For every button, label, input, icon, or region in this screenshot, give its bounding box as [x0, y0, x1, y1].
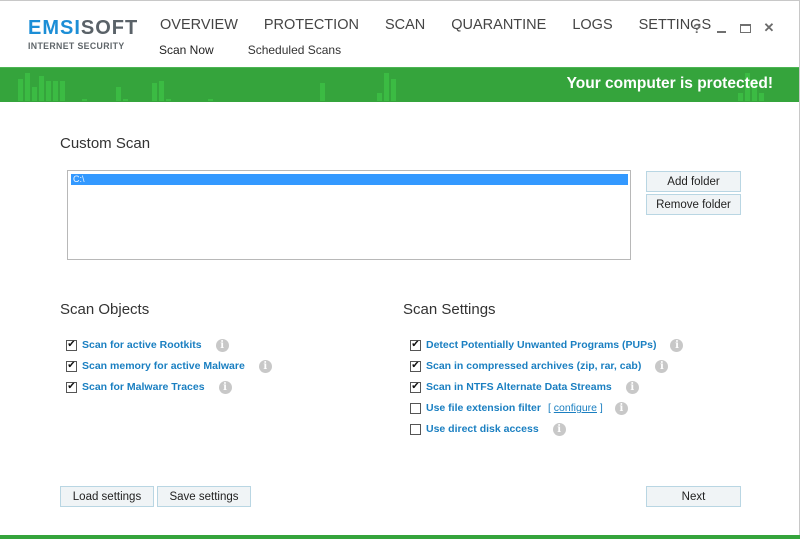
banner-activity-bar [123, 99, 128, 101]
label-scan-rootkits[interactable]: Scan for active Rootkits [82, 339, 202, 351]
banner-activity-bar [32, 87, 37, 101]
nav-overview[interactable]: OVERVIEW [160, 17, 238, 33]
label-detect-pups[interactable]: Detect Potentially Unwanted Programs (PU… [426, 339, 656, 351]
checkmark-icon: ✔ [411, 381, 420, 392]
logo-wordmark-gray: SOFT [80, 17, 139, 39]
banner-activity-bar [208, 99, 213, 101]
label-scan-ntfs-ads[interactable]: Scan in NTFS Alternate Data Streams [426, 381, 612, 393]
logo-wordmark-blue: EMSI [28, 17, 81, 39]
info-icon[interactable]: i [655, 359, 669, 373]
checkmark-icon: ✔ [411, 339, 420, 350]
nav-quarantine[interactable]: QUARANTINE [451, 17, 546, 33]
checkbox-scan-traces[interactable]: ✔ [66, 381, 77, 393]
app-window: EMSISOFT INTERNET SECURITY OVERVIEW PROT… [0, 0, 800, 539]
option-direct-disk-access: Use direct disk access i [410, 421, 566, 437]
banner-activity-bar [46, 81, 51, 101]
bracket-close: ] [599, 402, 603, 414]
info-icon[interactable]: i [670, 338, 684, 352]
logo-product-name: INTERNET SECURITY [28, 41, 125, 52]
info-icon[interactable]: i [614, 401, 628, 415]
minimize-button[interactable] [709, 19, 733, 37]
load-settings-button[interactable]: Load settings [60, 486, 154, 507]
subnav-scheduled-scans[interactable]: Scheduled Scans [248, 43, 341, 57]
checkmark-icon: ✔ [411, 360, 420, 371]
close-button[interactable]: ✕ [757, 19, 781, 37]
info-icon[interactable]: i [258, 359, 272, 373]
banner-activity-bar [18, 79, 23, 101]
emsisoft-logo: EMSISOFT INTERNET SECURITY [28, 17, 138, 52]
checkbox-scan-rootkits[interactable]: ✔ [66, 339, 77, 351]
banner-activity-bar [116, 87, 121, 101]
subnav-scan-now[interactable]: Scan Now [159, 43, 214, 57]
option-scan-memory: ✔ Scan memory for active Malware i [66, 358, 272, 374]
banner-activity-bar [39, 76, 44, 101]
option-detect-pups: ✔ Detect Potentially Unwanted Programs (… [410, 337, 684, 353]
option-scan-traces: ✔ Scan for Malware Traces i [66, 379, 232, 395]
banner-activity-bar [759, 93, 764, 101]
nav-logs[interactable]: LOGS [572, 17, 612, 33]
custom-scan-title: Custom Scan [60, 135, 151, 152]
option-scan-archives: ✔ Scan in compressed archives (zip, rar,… [410, 358, 669, 374]
option-file-extension-filter: Use file extension filter [ configure ] … [410, 400, 628, 416]
banner-activity-bar [82, 99, 87, 101]
status-banner: Your computer is protected! [0, 67, 799, 102]
info-icon[interactable]: i [215, 338, 229, 352]
protection-status-text: Your computer is protected! [566, 75, 773, 92]
banner-activity-bar [384, 73, 389, 101]
sub-nav: Scan Now Scheduled Scans [159, 43, 375, 57]
folder-list-item[interactable]: C:\ [71, 174, 628, 185]
scan-objects-title: Scan Objects [60, 301, 150, 318]
info-icon[interactable]: i [552, 422, 566, 436]
help-icon: ? [693, 20, 701, 36]
nav-protection[interactable]: PROTECTION [264, 17, 359, 33]
banner-activity-bar [320, 83, 325, 101]
label-scan-traces[interactable]: Scan for Malware Traces [82, 381, 205, 393]
banner-activity-bar [152, 83, 157, 101]
label-file-extension-filter[interactable]: Use file extension filter [426, 402, 541, 414]
save-settings-button[interactable]: Save settings [157, 486, 251, 507]
label-scan-memory[interactable]: Scan memory for active Malware [82, 360, 245, 372]
banner-activity-bar [159, 81, 164, 101]
label-scan-archives[interactable]: Scan in compressed archives (zip, rar, c… [426, 360, 641, 372]
checkbox-detect-pups[interactable]: ✔ [410, 339, 421, 351]
banner-activity-bar [60, 81, 65, 101]
scan-settings-title: Scan Settings [403, 301, 496, 318]
logo-wordmark: EMSISOFT [28, 17, 138, 39]
info-icon[interactable]: i [625, 380, 639, 394]
add-folder-button[interactable]: Add folder [646, 171, 741, 192]
label-direct-disk-access[interactable]: Use direct disk access [426, 423, 539, 435]
checkbox-scan-archives[interactable]: ✔ [410, 360, 421, 372]
next-button[interactable]: Next [646, 486, 741, 507]
checkmark-icon: ✔ [67, 381, 76, 392]
close-icon: ✕ [763, 20, 775, 35]
checkbox-scan-memory[interactable]: ✔ [66, 360, 77, 372]
window-controls: ? ✕ [685, 19, 781, 37]
checkmark-icon: ✔ [67, 339, 76, 350]
banner-activity-bar [738, 93, 743, 101]
info-icon[interactable]: i [218, 380, 232, 394]
remove-folder-button[interactable]: Remove folder [646, 194, 741, 215]
banner-activity-bar [25, 73, 30, 101]
checkbox-file-extension-filter[interactable] [410, 402, 421, 414]
maximize-icon [739, 23, 751, 33]
banner-activity-bar [391, 79, 396, 101]
help-button[interactable]: ? [685, 19, 709, 37]
banner-activity-bar [53, 81, 58, 101]
nav-scan[interactable]: SCAN [385, 17, 425, 33]
bracket-open: [ [547, 402, 551, 414]
bottom-status-strip [0, 535, 800, 539]
option-scan-ntfs-ads: ✔ Scan in NTFS Alternate Data Streams i [410, 379, 639, 395]
folder-listbox[interactable]: C:\ [67, 170, 631, 260]
maximize-button[interactable] [733, 19, 757, 37]
configure-link-wrapper: [ configure ] [548, 402, 603, 414]
checkmark-icon: ✔ [67, 360, 76, 371]
option-scan-rootkits: ✔ Scan for active Rootkits i [66, 337, 229, 353]
checkbox-direct-disk-access[interactable] [410, 423, 421, 435]
banner-activity-bar [377, 93, 382, 101]
banner-activity-bar [166, 99, 171, 101]
checkbox-scan-ntfs-ads[interactable]: ✔ [410, 381, 421, 393]
main-nav: OVERVIEW PROTECTION SCAN QUARANTINE LOGS… [160, 17, 737, 33]
minimize-icon [716, 31, 726, 33]
configure-link[interactable]: configure [554, 402, 597, 414]
